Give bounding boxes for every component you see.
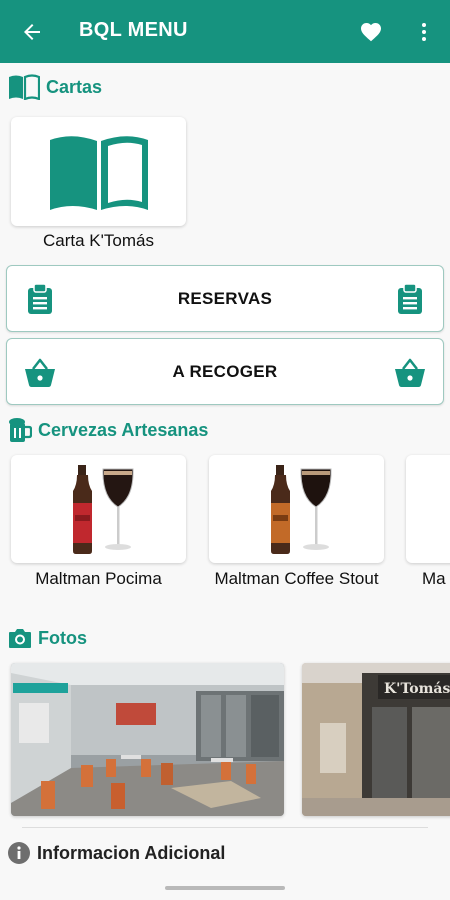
section-title-cartas: Cartas — [46, 76, 103, 97]
photo-facade[interactable]: K'Tomás — [302, 663, 450, 816]
info-circle-icon — [8, 842, 30, 864]
section-info-heading: Informacion Adicional — [8, 842, 225, 864]
camera-icon — [9, 629, 31, 648]
beer-name[interactable]: Ma — [406, 567, 450, 591]
divider — [22, 827, 428, 828]
section-cartas-heading: Cartas — [8, 74, 102, 100]
beer-image — [73, 465, 134, 554]
a-recoger-button[interactable]: A RECOGER — [6, 338, 444, 405]
beer-card[interactable] — [406, 455, 450, 563]
home-indicator[interactable] — [165, 886, 285, 890]
photo-interior[interactable] — [11, 663, 284, 816]
section-title-fotos: Fotos — [38, 627, 87, 648]
more-vertical-icon[interactable] — [412, 20, 436, 44]
section-title-cervezas: Cervezas Artesanas — [38, 419, 209, 440]
section-fotos-heading: Fotos — [8, 627, 87, 649]
open-book-icon — [49, 135, 148, 210]
open-book-icon — [9, 74, 40, 100]
beer-mug-icon — [9, 418, 32, 442]
beer-name[interactable]: Maltman Pocima — [11, 567, 186, 591]
beer-card[interactable] — [209, 455, 384, 563]
a-recoger-label: A RECOGER — [172, 361, 278, 381]
arrow-left-icon[interactable] — [20, 20, 44, 44]
carta-label[interactable]: Carta K'Tomás — [11, 231, 186, 251]
carta-card[interactable] — [11, 117, 186, 226]
beer-image — [271, 465, 332, 554]
beer-name[interactable]: Maltman Coffee Stout — [209, 567, 384, 591]
facade-photo: K'Tomás — [302, 663, 450, 816]
reservas-label: RESERVAS — [177, 288, 273, 308]
heart-icon[interactable] — [359, 20, 383, 44]
reservas-button[interactable]: RESERVAS — [6, 265, 444, 332]
app-title: BQL MENU — [79, 19, 188, 41]
facade-sign: K'Tomás — [384, 681, 450, 697]
interior-photo — [11, 663, 284, 816]
beer-card[interactable] — [11, 455, 186, 563]
app-bar: BQL MENU — [0, 0, 450, 63]
clipboard-icon — [398, 283, 422, 314]
section-cervezas-heading: Cervezas Artesanas — [8, 417, 208, 443]
shopping-basket-icon — [395, 358, 425, 387]
section-title-info: Informacion Adicional — [37, 842, 226, 863]
